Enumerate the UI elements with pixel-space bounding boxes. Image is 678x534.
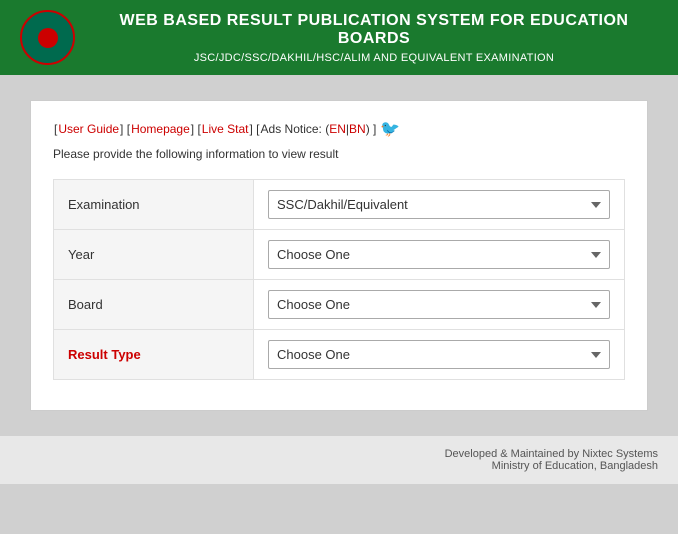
nav-ads-text: Ads Notice: ( — [261, 122, 330, 136]
nav-bar: [ User Guide ] [ Homepage ] [ Live Stat … — [53, 119, 625, 139]
nav-en[interactable]: EN — [329, 122, 346, 136]
nav-bn[interactable]: BN — [349, 122, 366, 136]
form-row-result-type: Result Type Choose One Individual Result… — [54, 330, 625, 380]
nav-sep-2: ] [ — [191, 122, 201, 136]
label-examination: Examination — [54, 180, 254, 230]
label-board: Board — [54, 280, 254, 330]
nav-sep-1: ] [ — [120, 122, 130, 136]
header: WEB BASED RESULT PUBLICATION SYSTEM FOR … — [0, 0, 678, 75]
footer-line-2: Ministry of Education, Bangladesh — [20, 460, 658, 472]
logo — [20, 10, 75, 65]
label-year: Year — [54, 230, 254, 280]
flag-red-circle — [38, 28, 58, 48]
nav-close-paren: ) ] — [366, 122, 377, 136]
content-card: [ User Guide ] [ Homepage ] [ Live Stat … — [30, 100, 648, 411]
select-year[interactable]: Choose One 2023 2022 2021 — [268, 240, 610, 269]
form-row-examination: Examination SSC/Dakhil/Equivalent JSC/JD… — [54, 180, 625, 230]
label-result-type: Result Type — [54, 330, 254, 380]
select-board[interactable]: Choose One Dhaka Chittagong Rajshahi — [268, 290, 610, 319]
form-row-board: Board Choose One Dhaka Chittagong Rajsha… — [54, 280, 625, 330]
flag-inner — [23, 13, 73, 63]
select-examination[interactable]: SSC/Dakhil/Equivalent JSC/JDC HSC/Alim — [268, 190, 610, 219]
main-wrapper: [ User Guide ] [ Homepage ] [ Live Stat … — [0, 75, 678, 436]
cell-year: Choose One 2023 2022 2021 — [254, 230, 625, 280]
nav-user-guide[interactable]: User Guide — [58, 122, 119, 136]
twitter-icon[interactable]: 🐦 — [380, 119, 400, 139]
cell-examination: SSC/Dakhil/Equivalent JSC/JDC HSC/Alim — [254, 180, 625, 230]
header-title: WEB BASED RESULT PUBLICATION SYSTEM FOR … — [90, 12, 658, 48]
footer: Developed & Maintained by Nixtec Systems… — [0, 436, 678, 484]
header-subtitle: JSC/JDC/SSC/DAKHIL/HSC/ALIM AND EQUIVALE… — [90, 52, 658, 64]
footer-line-1: Developed & Maintained by Nixtec Systems — [20, 448, 658, 460]
bracket-open-1: [ — [54, 122, 57, 136]
nav-live-stat[interactable]: Live Stat — [202, 122, 249, 136]
nav-sep-3: ] [ — [250, 122, 260, 136]
form-table: Examination SSC/Dakhil/Equivalent JSC/JD… — [53, 179, 625, 380]
form-row-year: Year Choose One 2023 2022 2021 — [54, 230, 625, 280]
select-result-type[interactable]: Choose One Individual Result Institution… — [268, 340, 610, 369]
nav-homepage[interactable]: Homepage — [131, 122, 190, 136]
cell-board: Choose One Dhaka Chittagong Rajshahi — [254, 280, 625, 330]
info-text: Please provide the following information… — [53, 147, 625, 161]
header-text: WEB BASED RESULT PUBLICATION SYSTEM FOR … — [90, 12, 658, 64]
cell-result-type: Choose One Individual Result Institution… — [254, 330, 625, 380]
